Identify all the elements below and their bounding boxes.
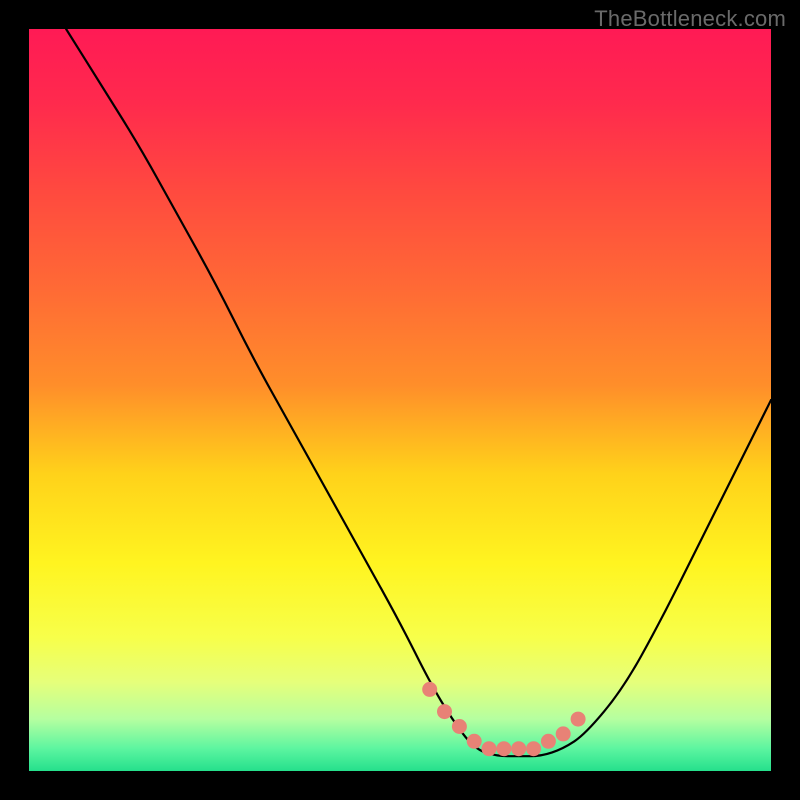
plot-area [29,29,771,771]
highlight-dot [526,741,541,756]
highlight-dot [496,741,511,756]
highlight-dot [541,734,556,749]
highlight-dot [571,712,586,727]
highlight-dot [422,682,437,697]
highlight-dot [467,734,482,749]
highlight-dot [437,704,452,719]
highlight-dot [452,719,467,734]
highlight-dot [556,726,571,741]
gradient-background [29,29,771,771]
bottleneck-chart [29,29,771,771]
highlight-dot [482,741,497,756]
chart-frame: TheBottleneck.com [0,0,800,800]
highlight-dot [511,741,526,756]
